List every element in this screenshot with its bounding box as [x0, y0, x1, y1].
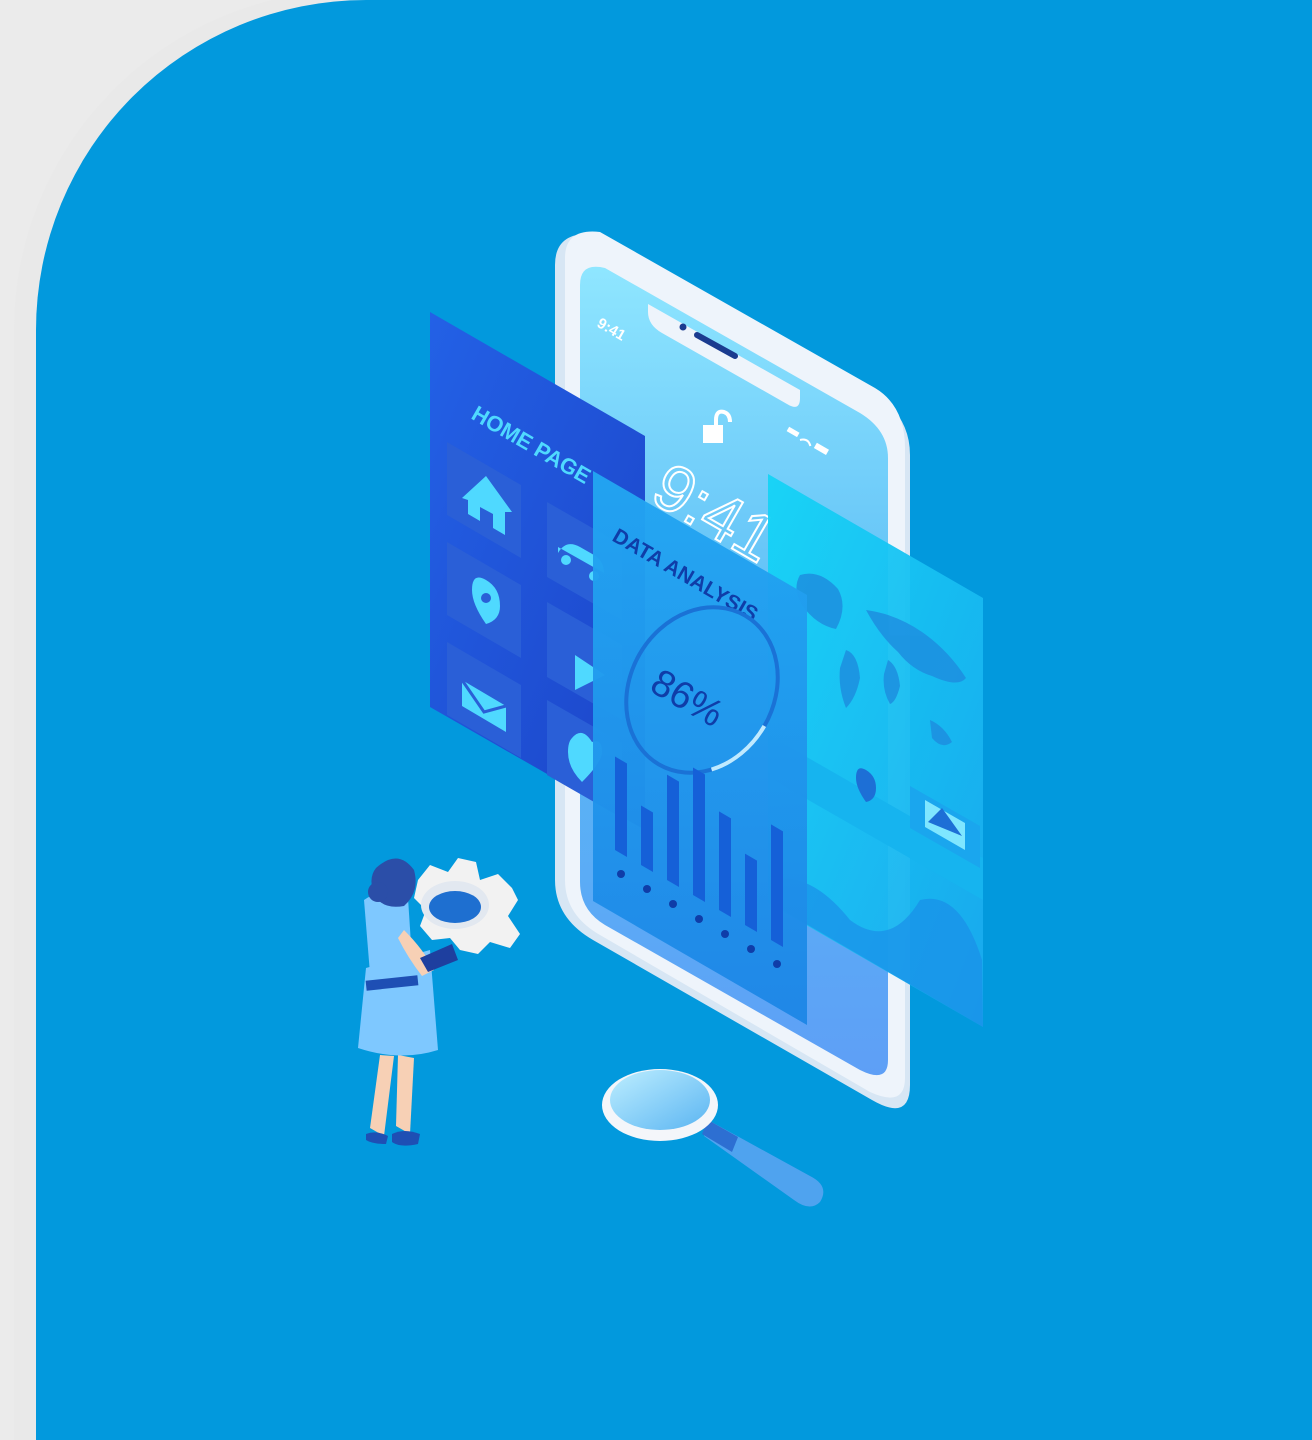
- bar-dot-6: [747, 945, 755, 953]
- bar-2: [641, 805, 653, 872]
- gear-icon: [414, 858, 520, 954]
- bar-dot-7: [773, 960, 781, 968]
- bar-1: [615, 756, 627, 857]
- bar-dot-2: [643, 885, 651, 893]
- illustration-stage: 9:41 9:41 HOME PAGE DATA ANALYSIS 86%: [0, 0, 1312, 1440]
- tablet-icon: [420, 944, 458, 972]
- camera-icon: [679, 323, 687, 331]
- bar-dot-5: [721, 930, 729, 938]
- magnifier-icon: [602, 1069, 824, 1207]
- bar-dot-3: [669, 900, 677, 908]
- bar-dot-4: [695, 915, 703, 923]
- bar-7: [771, 824, 783, 947]
- bar-4: [693, 767, 705, 902]
- bar-5: [719, 811, 731, 917]
- mobile-app-illustration: 9:41 9:41 HOME PAGE DATA ANALYSIS 86%: [358, 231, 983, 1207]
- bar-6: [745, 853, 757, 932]
- bar-3: [667, 774, 679, 887]
- bar-dot-1: [617, 870, 625, 878]
